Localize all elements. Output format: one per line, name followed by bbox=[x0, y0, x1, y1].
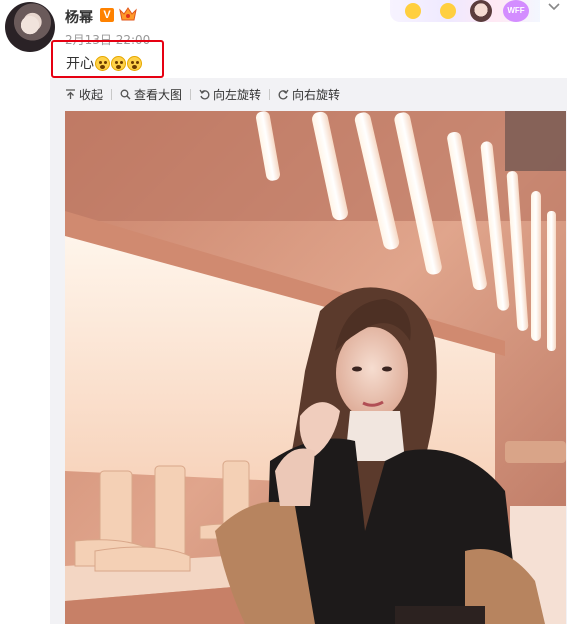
emoji-icon bbox=[111, 55, 126, 71]
post-text-content: 开心 bbox=[66, 56, 94, 72]
emoji-icon bbox=[127, 55, 142, 71]
collapse-label: 收起 bbox=[79, 87, 104, 102]
dropdown-arrow-icon[interactable] bbox=[547, 2, 561, 12]
username[interactable]: 杨幂 bbox=[65, 7, 93, 27]
avatar[interactable] bbox=[5, 2, 55, 52]
post-photo[interactable] bbox=[65, 111, 566, 624]
image-toolbar: 收起 查看大图 向左旋转 向右旋转 bbox=[65, 85, 340, 103]
rotate-right-label: 向右旋转 bbox=[292, 87, 341, 102]
rotate-left-icon bbox=[199, 89, 210, 99]
rotate-right-button[interactable]: 向右旋转 bbox=[278, 86, 340, 103]
decor-face-icon bbox=[470, 0, 492, 22]
collapse-icon bbox=[66, 88, 75, 99]
view-large-label: 查看大图 bbox=[134, 87, 183, 102]
view-large-button[interactable]: 查看大图 bbox=[120, 86, 182, 103]
search-icon bbox=[120, 89, 131, 99]
rotate-left-button[interactable]: 向左旋转 bbox=[199, 86, 261, 103]
rotate-right-icon bbox=[278, 89, 289, 99]
rotate-left-label: 向左旋转 bbox=[213, 87, 262, 102]
post-text: 开心 bbox=[66, 53, 142, 73]
collapse-button[interactable]: 收起 bbox=[65, 86, 103, 103]
member-crown-icon bbox=[119, 7, 137, 21]
photo-illustration bbox=[65, 111, 566, 624]
divider bbox=[111, 88, 113, 100]
emoji-decor-icon bbox=[440, 3, 456, 19]
divider bbox=[269, 88, 271, 100]
divider bbox=[190, 88, 192, 100]
decor-badge: WFF bbox=[503, 0, 529, 22]
verified-badge: V bbox=[100, 8, 114, 22]
emoji-icon bbox=[95, 55, 110, 71]
emoji-decor-icon bbox=[405, 3, 421, 19]
